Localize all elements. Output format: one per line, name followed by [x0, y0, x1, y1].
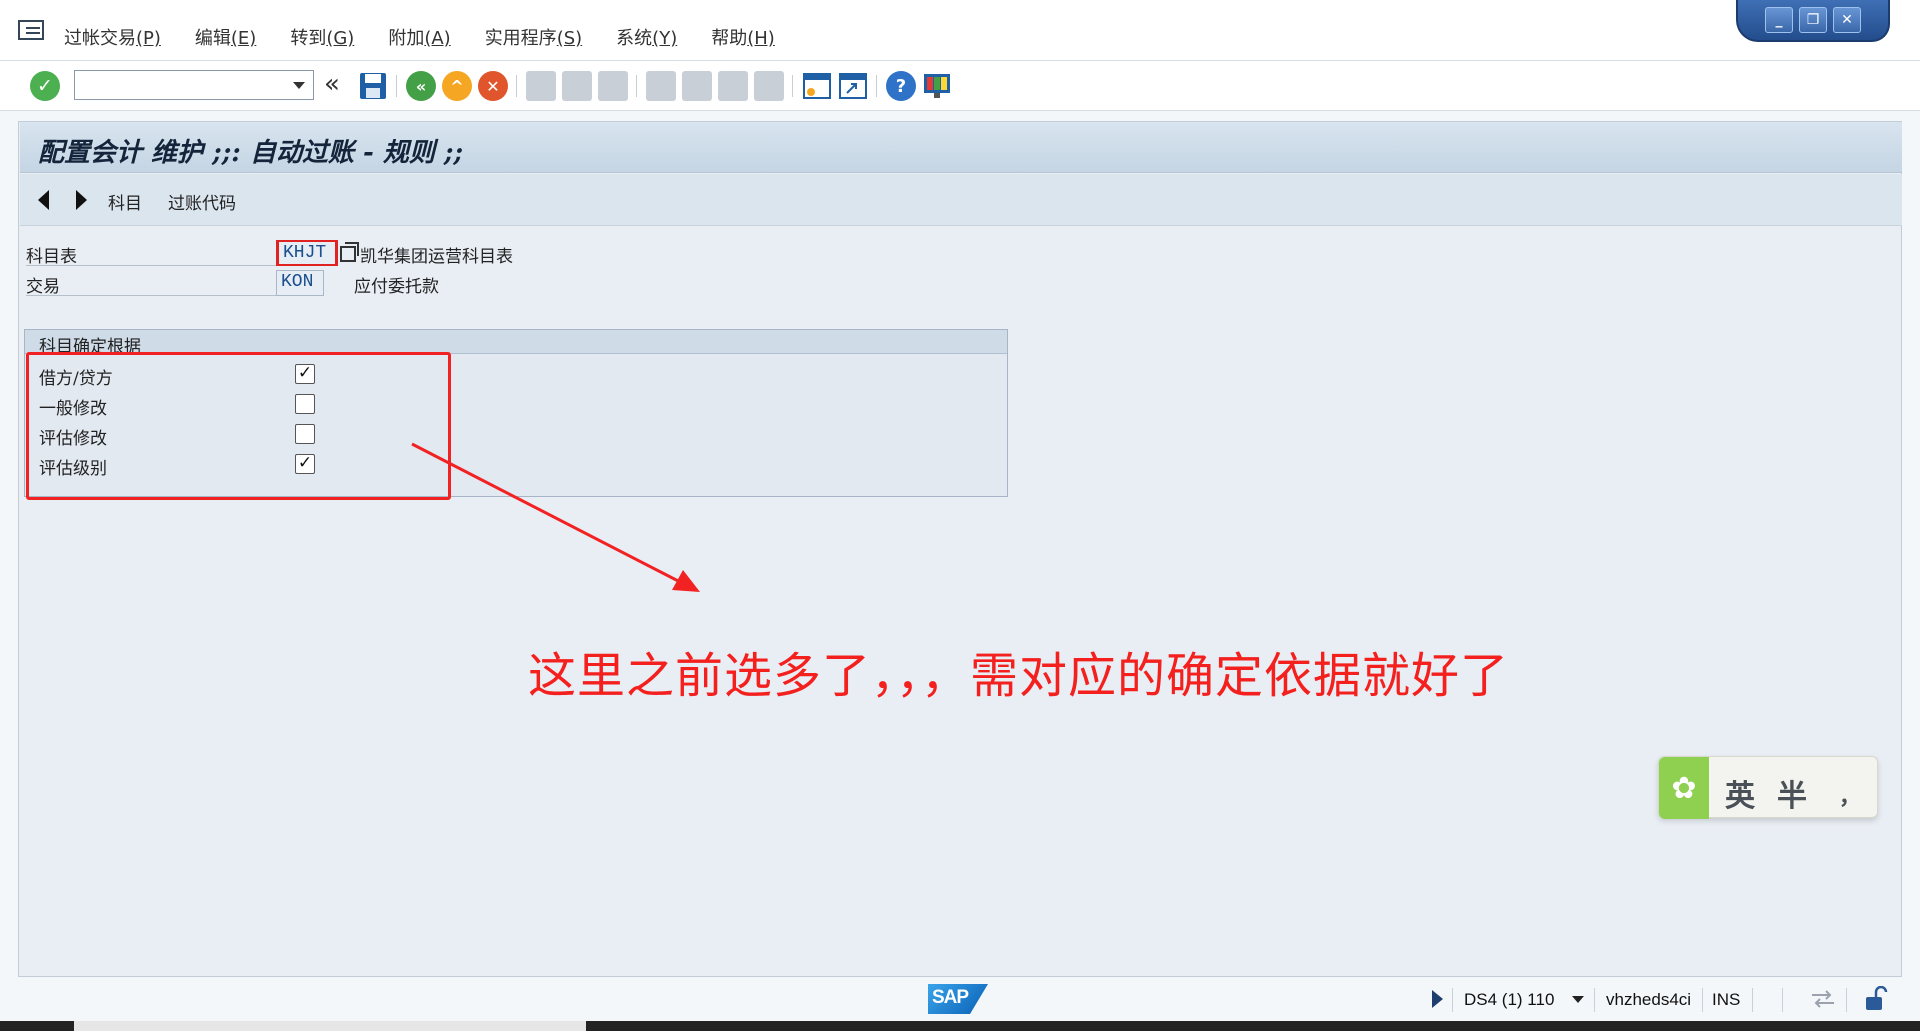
menu-exit-icon[interactable] [18, 20, 44, 40]
chevron-down-icon[interactable] [293, 82, 305, 89]
menu-item-edit[interactable]: 编辑(E) [195, 24, 256, 50]
application-toolbar: 科目 过账代码 [20, 174, 1902, 226]
print-icon [526, 71, 556, 101]
shortcut-icon[interactable] [838, 71, 868, 101]
sap-logo: SAP [928, 984, 988, 1014]
chart-of-accounts-field[interactable]: KHJT [276, 240, 338, 266]
chevron-down-icon[interactable] [1572, 996, 1584, 1003]
ime-punctuation-toggle[interactable]: ， [1839, 779, 1861, 811]
menu-accelerator: (G) [326, 28, 355, 49]
copy-icon[interactable] [340, 242, 359, 262]
previous-entry-icon[interactable] [38, 190, 49, 210]
menu-label: 过帐交易 [64, 28, 136, 49]
connection-icon [1810, 990, 1836, 1008]
standard-toolbar: ✓ « « ^ ✕ ? [0, 61, 1920, 111]
next-page-icon [718, 71, 748, 101]
status-bar: SAP DS4 (1) 110 vhzheds4ci INS [0, 980, 1920, 1020]
transaction-field[interactable]: KON [276, 270, 324, 296]
menu-label: 帮助 [711, 28, 748, 49]
exit-icon[interactable]: ^ [442, 71, 472, 101]
save-icon[interactable] [358, 71, 388, 101]
help-icon[interactable]: ? [886, 71, 916, 101]
first-page-icon [646, 71, 676, 101]
menu-label: 转到 [290, 28, 327, 49]
menu-accelerator: (H) [747, 28, 775, 49]
menu-accelerator: (S) [556, 28, 583, 49]
menu-accelerator: (Y) [652, 28, 678, 49]
ime-toolbar: ✿ 英 半 ， [1658, 756, 1878, 819]
title-bar: 配置会计 维护 ;;: 自动过账 - 规则 ;; [20, 122, 1902, 173]
transaction-description: 应付委托款 [354, 277, 439, 297]
next-entry-icon[interactable] [76, 190, 87, 210]
transaction-label: 交易 [26, 270, 276, 297]
enter-check-icon[interactable]: ✓ [30, 71, 60, 101]
create-session-icon[interactable] [802, 71, 832, 101]
find-icon [562, 71, 592, 101]
server-name: vhzheds4ci [1606, 990, 1692, 1009]
lock-icon[interactable] [1864, 985, 1888, 1012]
page-title: 配置会计 维护 ;;: 自动过账 - 规则 ;; [38, 138, 464, 168]
menu-bar: 过帐交易(P) 编辑(E) 转到(G) 附加(A) 实用程序(S) 系统(Y) … [0, 0, 1920, 61]
system-info: DS4 (1) 110 [1464, 990, 1555, 1009]
ime-language-toggle[interactable]: 英 [1725, 771, 1755, 815]
menu-item-utilities[interactable]: 实用程序(S) [485, 24, 582, 50]
minimize-button[interactable]: _ [1765, 7, 1793, 33]
restore-button[interactable]: ❐ [1799, 7, 1827, 33]
menu-accelerator: (P) [136, 28, 161, 49]
menu-item-help[interactable]: 帮助(H) [711, 24, 775, 50]
cancel-icon[interactable]: ✕ [478, 71, 508, 101]
menu-label: 实用程序 [484, 28, 557, 49]
close-button[interactable]: ✕ [1833, 7, 1861, 33]
chart-of-accounts-description: 凯华集团运营科目表 [360, 247, 513, 267]
menu-label: 编辑 [194, 28, 231, 49]
menu-item-goto[interactable]: 转到(G) [290, 24, 354, 50]
menu-item-extras[interactable]: 附加(A) [388, 24, 450, 50]
annotation-highlight-box [26, 352, 451, 500]
menu-items: 过帐交易(P) 编辑(E) 转到(G) 附加(A) 实用程序(S) 系统(Y) … [64, 24, 809, 50]
back-icon[interactable]: « [406, 71, 436, 101]
status-expand-icon[interactable] [1432, 990, 1443, 1008]
posting-key-button[interactable]: 过账代码 [168, 189, 236, 214]
menu-label: 附加 [388, 28, 425, 49]
menu-item-system[interactable]: 系统(Y) [616, 24, 677, 50]
double-chevron-left-icon[interactable]: « [324, 71, 354, 101]
ime-width-toggle[interactable]: 半 [1777, 771, 1807, 815]
ime-settings-icon[interactable]: ✿ [1659, 757, 1709, 819]
chart-of-accounts-label: 科目表 [26, 240, 276, 267]
taskbar-active-window[interactable] [74, 1021, 586, 1031]
window-controls: _ ❐ ✕ [1736, 0, 1890, 42]
insert-mode: INS [1712, 990, 1741, 1009]
menu-item-posting[interactable]: 过帐交易(P) [64, 24, 161, 50]
group-header: 科目确定根据 [25, 330, 1007, 357]
previous-page-icon [682, 71, 712, 101]
menu-accelerator: (A) [424, 28, 451, 49]
annotation-text: 这里之前选多了，，，需对应的确定依据就好了 [528, 648, 1510, 704]
find-next-icon [598, 71, 628, 101]
customize-layout-icon[interactable] [922, 71, 952, 101]
command-field[interactable] [74, 70, 314, 100]
menu-label: 系统 [616, 28, 653, 49]
last-page-icon [754, 71, 784, 101]
menu-accelerator: (E) [230, 28, 257, 49]
os-taskbar [0, 1021, 1920, 1031]
accounts-button[interactable]: 科目 [108, 189, 142, 214]
